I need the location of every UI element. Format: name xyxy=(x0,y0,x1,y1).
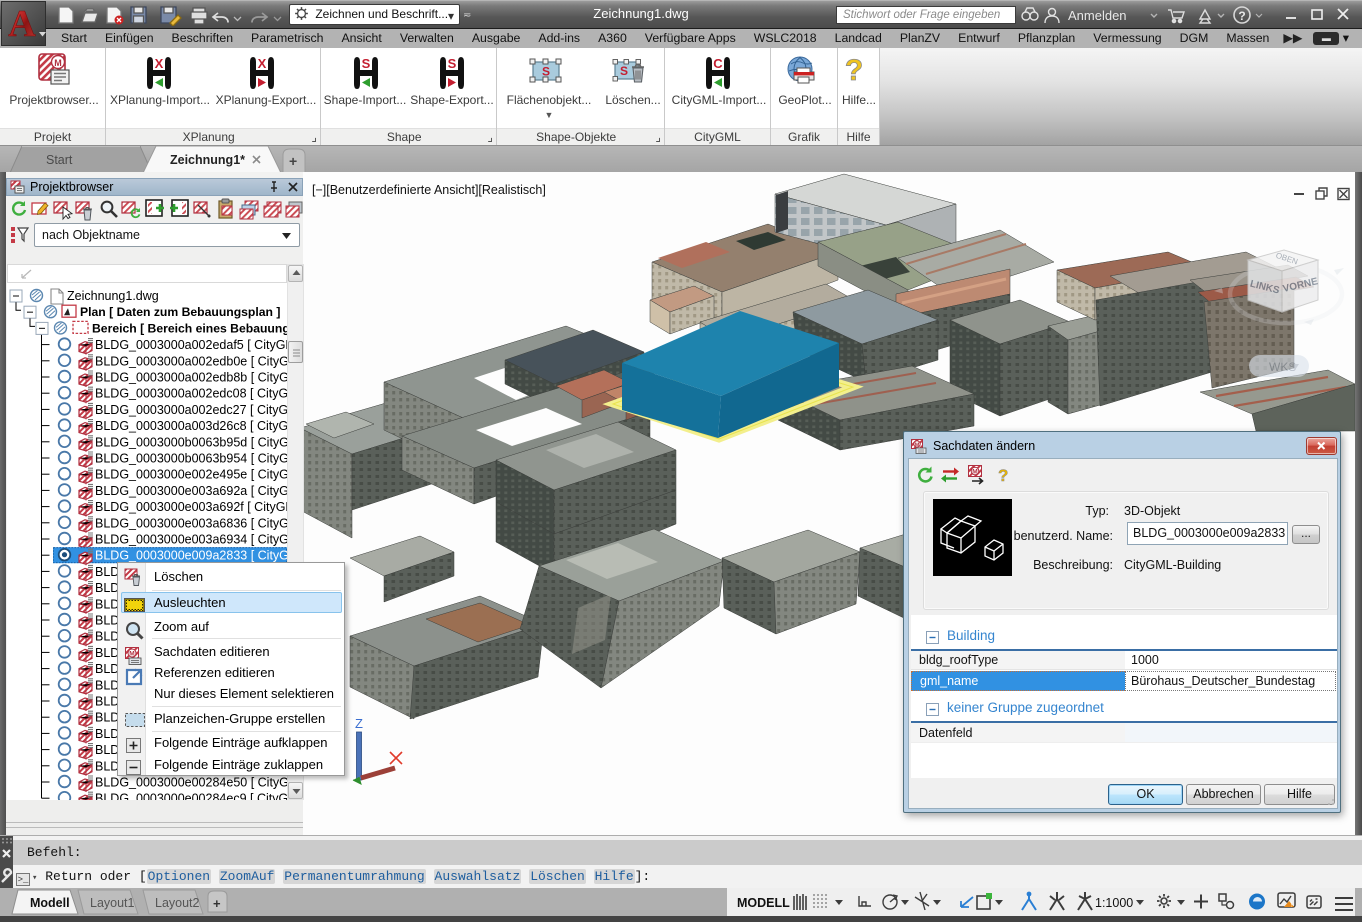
svg-text:Zeichnung1*: Zeichnung1* xyxy=(170,153,245,167)
svg-text:C: C xyxy=(713,56,723,71)
svg-text:S: S xyxy=(448,56,457,71)
svg-text:M: M xyxy=(915,442,920,448)
svg-text:Z: Z xyxy=(355,716,363,731)
svg-text:BLDG_0003000e003a692f [ CityGM: BLDG_0003000e003a692f [ CityGML-E xyxy=(95,500,287,514)
svg-text:Modell: Modell xyxy=(30,896,70,910)
svg-text:+: + xyxy=(213,896,221,911)
svg-text:M: M xyxy=(129,651,134,658)
svg-text:!: ! xyxy=(1291,902,1293,909)
svg-text:WKS: WKS xyxy=(1269,360,1296,374)
svg-text:BLDG_0003000e003a692a [ CityGM: BLDG_0003000e003a692a [ CityGML- xyxy=(95,484,287,498)
svg-text:Layout2: Layout2 xyxy=(155,896,200,910)
svg-text:BLDG_0003000e002e495e [ CityGM: BLDG_0003000e002e495e [ CityGML- xyxy=(95,468,287,482)
svg-text:M: M xyxy=(972,469,977,476)
svg-text:S: S xyxy=(542,65,550,79)
svg-text:X: X xyxy=(258,56,267,71)
svg-text:BLDG_0003000e003a6836 [ CityGM: BLDG_0003000e003a6836 [ CityGML- xyxy=(95,516,287,530)
svg-text:BLDG_0003000a002edaf5 [ CityGM: BLDG_0003000a002edaf5 [ CityGML-I xyxy=(95,338,287,352)
svg-text:?: ? xyxy=(998,466,1008,485)
svg-text:BLDG_0003000e00284e50 [ CityGM: BLDG_0003000e00284e50 [ CityGML xyxy=(95,776,287,790)
svg-text:BLDG_0003000b0063b954 [ CityGM: BLDG_0003000b0063b954 [ CityGML- xyxy=(95,452,287,466)
svg-text:S: S xyxy=(362,56,371,71)
svg-text:Layout1: Layout1 xyxy=(90,896,135,910)
svg-text:A: A xyxy=(8,3,36,45)
svg-text:1:1000: 1:1000 xyxy=(1095,896,1133,910)
svg-text:BLDG_0003000b0063b95d [ CityGM: BLDG_0003000b0063b95d [ CityGML- xyxy=(95,435,287,449)
svg-text:Zeichnung1.dwg: Zeichnung1.dwg xyxy=(67,289,159,303)
svg-text:Anmelden: Anmelden xyxy=(1068,8,1127,23)
svg-text:X: X xyxy=(155,56,164,71)
svg-text:MODELL: MODELL xyxy=(737,896,790,910)
svg-text:Start: Start xyxy=(46,153,73,167)
svg-text:BLDG_0003000e003a6934 [ CityGM: BLDG_0003000e003a6934 [ CityGML- xyxy=(95,533,287,547)
svg-text:BLDG_0003000a002edb8b [ CityGM: BLDG_0003000a002edb8b [ CityGML- xyxy=(95,371,287,385)
svg-text:Plan [ Daten zum Bebauungsplan: Plan [ Daten zum Bebauungsplan ] xyxy=(80,305,280,319)
svg-text:BLDG_0003000a002edb0e [ CityGM: BLDG_0003000a002edb0e [ CityGML- xyxy=(95,354,287,368)
svg-text:?: ? xyxy=(845,54,863,87)
svg-text:BLDG_0003000a002edc27 [ CityGM: BLDG_0003000a002edc27 [ CityGML- xyxy=(95,403,287,417)
svg-text:+: + xyxy=(289,153,297,169)
svg-text:?: ? xyxy=(1238,9,1245,23)
svg-text:Bereich [ Bereich eines Bebauu: Bereich [ Bereich eines Bebauungspl xyxy=(92,321,287,335)
svg-text:BLDG_0003000a003d26c8 [ CityGM: BLDG_0003000a003d26c8 [ CityGML- xyxy=(95,419,287,433)
svg-text:BLDG_0003000e009a2833 [ CityGM: BLDG_0003000e009a2833 [ CityGML- xyxy=(95,549,287,563)
svg-text:BLDG_0003000a002edc08 [ CityGM: BLDG_0003000a002edc08 [ CityGML- xyxy=(95,387,287,401)
svg-text:S: S xyxy=(620,64,628,78)
svg-text:BLDG_0003000e00284ec9 [ CityGM: BLDG_0003000e00284ec9 [ CityGML- xyxy=(95,792,287,800)
